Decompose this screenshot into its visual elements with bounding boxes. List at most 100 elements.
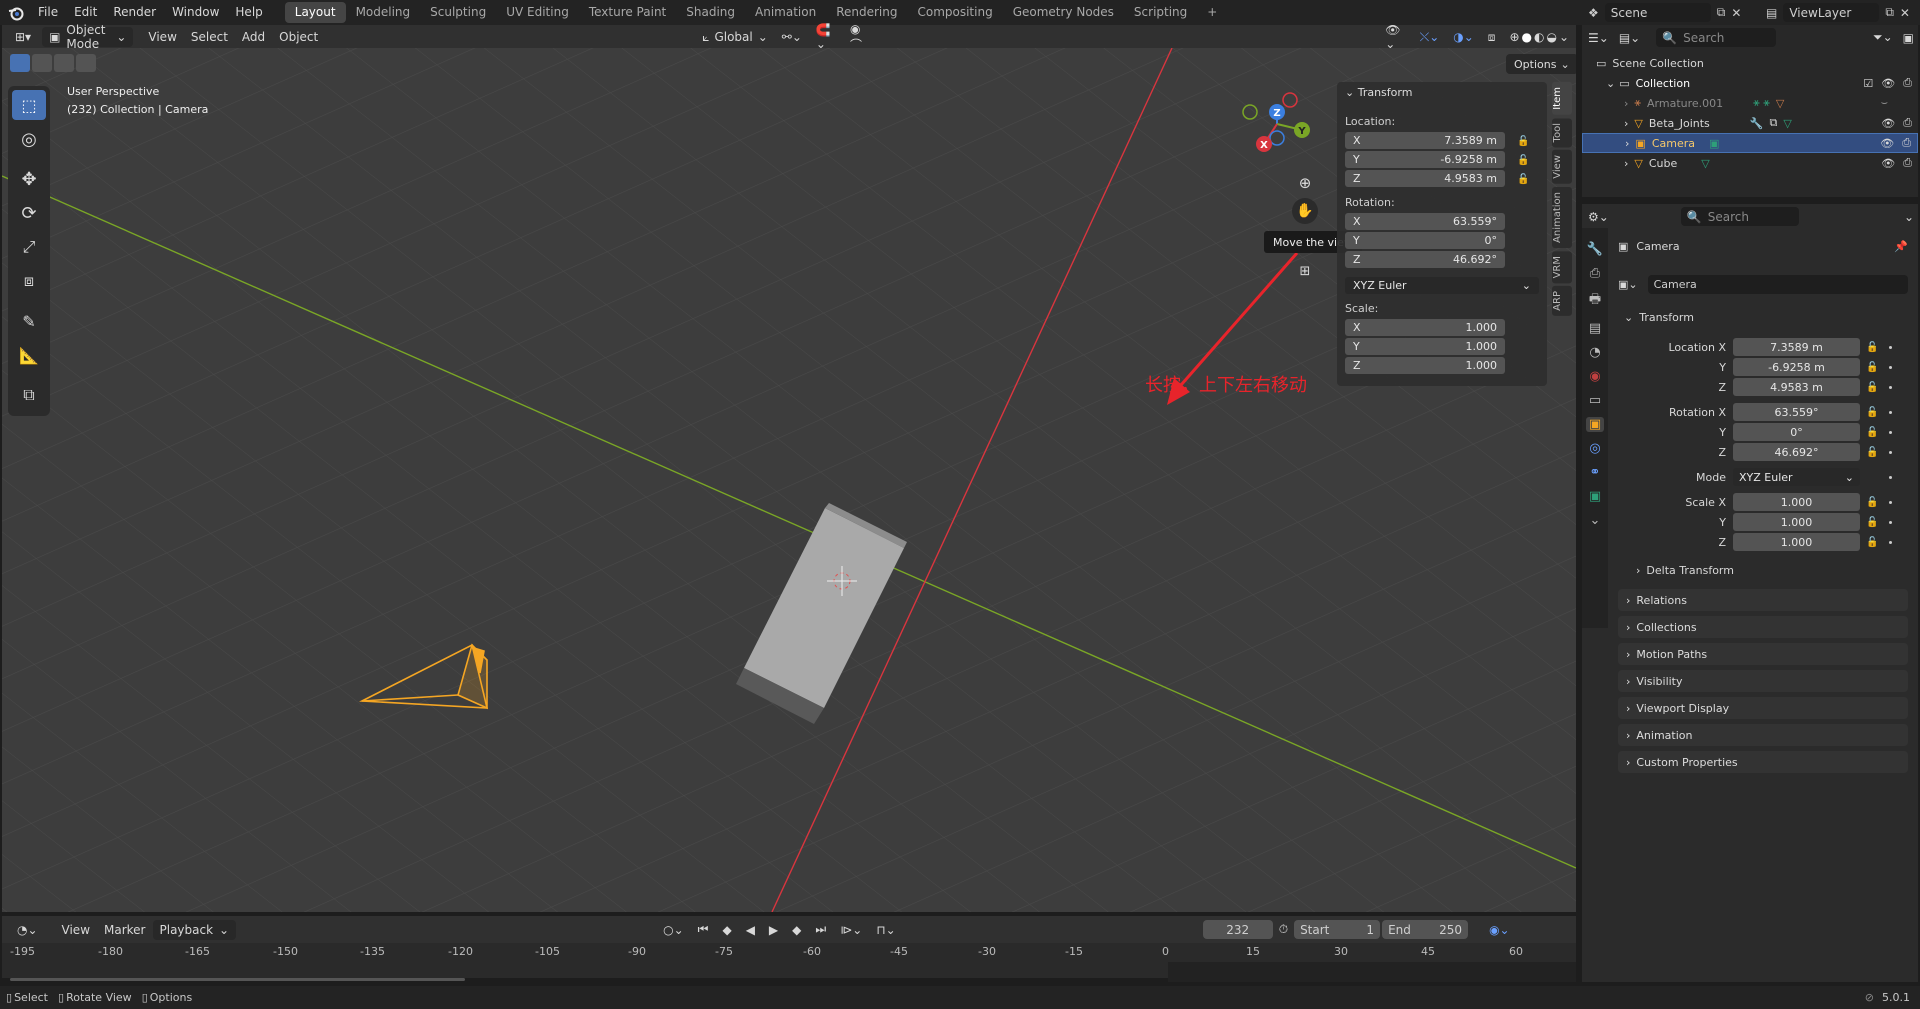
location-z-field[interactable]: Z 4.9583 m — [1345, 170, 1505, 187]
visibility-selector-button[interactable]: 👁⌄ — [1378, 23, 1412, 51]
add-workspace-button[interactable]: + — [1197, 2, 1227, 23]
lock-icon[interactable]: 🔓 — [1517, 170, 1531, 189]
chevron-down-icon[interactable]: ⌄ — [1559, 30, 1569, 44]
wireframe-shading-icon[interactable]: ⊕ — [1509, 30, 1519, 44]
pivot-point-button[interactable]: ⚯⌄ — [775, 27, 809, 47]
scale-tool[interactable]: ⤢ — [12, 232, 46, 262]
rendered-shading-icon[interactable]: ◒ — [1546, 30, 1556, 44]
render-tab-icon[interactable]: ⎙ — [1590, 266, 1600, 281]
collection-tab-icon[interactable]: ▭ — [1589, 393, 1601, 408]
lock-icon[interactable]: 🔓 — [1517, 132, 1531, 151]
view-layer-selector[interactable]: ▤ ViewLayer ⧉ ✕ — [1766, 3, 1918, 22]
outliner-search-input[interactable]: 🔍 Search — [1656, 28, 1777, 47]
display-mode-button[interactable]: ▤⌄ — [1619, 31, 1640, 45]
tab-view[interactable]: View — [1552, 150, 1572, 184]
annotate-tool[interactable]: ✎ — [12, 306, 46, 336]
section-collections[interactable]: › Collections — [1618, 616, 1908, 638]
select-subtract-icon[interactable] — [54, 54, 74, 72]
chevron-down-icon[interactable]: ⌄ — [1590, 513, 1601, 528]
prop-location-z[interactable]: 4.9583 m — [1733, 378, 1860, 396]
shading-buttons[interactable]: ⊕ ● ◐ ◒ ⌄ — [1502, 27, 1576, 47]
prop-rotation-x[interactable]: 63.559° — [1733, 403, 1860, 421]
world-tab-icon[interactable]: ◉ — [1589, 369, 1600, 384]
timeline-menu-playback[interactable]: Playback ⌄ — [152, 919, 237, 940]
tab-scripting[interactable]: Scripting — [1124, 2, 1197, 23]
prop-scale-x[interactable]: 1.000 — [1733, 493, 1860, 511]
jump-to-keyframe-forward-button[interactable]: ◆ — [785, 920, 808, 940]
output-tab-icon[interactable]: 🖶 — [1589, 290, 1601, 312]
outliner-item-camera[interactable]: › ▣ Camera ▣ 👁 ⎙ — [1582, 133, 1918, 153]
lock-icon[interactable]: 🔓 — [1517, 151, 1531, 170]
menu-window[interactable]: Window — [164, 0, 227, 25]
tab-item[interactable]: Item — [1552, 82, 1572, 115]
toggle-camera-view-icon[interactable]: ⊞ — [1292, 258, 1318, 284]
scene-name[interactable]: Scene — [1604, 3, 1711, 22]
rotation-mode-dropdown[interactable]: XYZ Euler ⌄ — [1345, 277, 1539, 294]
section-motion-paths[interactable]: › Motion Paths — [1618, 643, 1908, 665]
lock-icon[interactable]: 🔓 — [1866, 493, 1878, 513]
camera-render-icon[interactable]: ⎙ — [1902, 136, 1911, 150]
auto-keying-button[interactable]: ○⌄ — [656, 920, 691, 940]
transform-tool[interactable]: ⧈ — [12, 266, 46, 296]
pin-icon[interactable]: 📌 — [1894, 240, 1908, 253]
tab-layout[interactable]: Layout — [284, 2, 346, 23]
eye-icon[interactable]: 👁 — [1881, 157, 1895, 170]
scale-y-field[interactable]: Y 1.000 — [1345, 338, 1505, 355]
solid-shading-icon[interactable]: ● — [1522, 30, 1532, 44]
tab-vrm[interactable]: VRM — [1552, 250, 1572, 284]
timeline-scrollbar[interactable] — [10, 978, 465, 981]
eye-icon[interactable]: 👁 — [1881, 77, 1895, 90]
camera-render-icon[interactable]: ⎙ — [1903, 116, 1912, 130]
scene-selector[interactable]: ❖ Scene ⧉ ✕ — [1588, 3, 1754, 22]
physics-tab-icon[interactable]: ◎ — [1589, 441, 1600, 456]
delete-view-layer-icon[interactable]: ✕ — [1900, 6, 1910, 20]
new-view-layer-icon[interactable]: ⧉ — [1885, 5, 1894, 20]
tab-modeling[interactable]: Modeling — [346, 2, 421, 23]
outliner-item-cube[interactable]: › ▽ Cube ▽ 👁 ⎙ — [1582, 153, 1918, 173]
options-dropdown[interactable]: Options ⌄ — [1506, 54, 1576, 74]
jump-to-end-button[interactable]: ⏭ — [808, 920, 833, 940]
material-shading-icon[interactable]: ◐ — [1534, 30, 1544, 44]
timeline-menu-marker[interactable]: Marker — [97, 920, 152, 940]
view-layer-name[interactable]: ViewLayer — [1783, 3, 1880, 22]
delta-transform-subpanel[interactable]: › Delta Transform — [1636, 564, 1734, 577]
tab-shading[interactable]: Shading — [676, 2, 745, 23]
lock-icon[interactable]: 🔓 — [1866, 423, 1878, 443]
object-tab-icon[interactable]: ▣ — [1585, 417, 1605, 432]
prop-scale-z[interactable]: 1.000 — [1733, 533, 1860, 551]
snap-toggle-button[interactable]: 🧲⌄ — [809, 23, 843, 51]
lock-icon[interactable]: 🔓 — [1866, 338, 1878, 358]
camera-data-tab-icon[interactable]: ▣ — [1589, 489, 1601, 504]
section-custom-properties[interactable]: › Custom Properties — [1618, 751, 1908, 773]
menu-help[interactable]: Help — [227, 0, 270, 25]
rotation-z-field[interactable]: Z 46.692° — [1345, 251, 1505, 268]
tab-tool[interactable]: Tool — [1552, 117, 1572, 148]
viewport-menu-select[interactable]: Select — [184, 27, 235, 47]
gizmo-toggle-button[interactable]: ⤬⌄ — [1413, 27, 1447, 47]
cursor-tool[interactable]: ◎ — [12, 124, 46, 154]
outliner-editor-type-button[interactable]: ☰⌄ — [1588, 31, 1609, 45]
menu-file[interactable]: File — [30, 0, 66, 25]
prop-location-y[interactable]: -6.9258 m — [1733, 358, 1860, 376]
proportional-editing-button[interactable]: ◉ ⌒ — [843, 22, 878, 52]
navigation-gizmo[interactable]: Z Y X — [1232, 90, 1314, 170]
tab-uv-editing[interactable]: UV Editing — [496, 2, 579, 23]
select-invert-icon[interactable] — [76, 54, 96, 72]
prop-scale-y[interactable]: 1.000 — [1733, 513, 1860, 531]
viewport-menu-object[interactable]: Object — [272, 27, 325, 47]
scale-x-field[interactable]: X 1.000 — [1345, 319, 1505, 336]
outliner-item-armature[interactable]: › ⚹ Armature.001 ⚹ ⚹ ▽ ⌣ — [1582, 93, 1918, 113]
measure-tool[interactable]: 📐 — [12, 340, 46, 370]
section-animation[interactable]: › Animation — [1618, 724, 1908, 746]
eye-icon[interactable]: 👁 — [1881, 117, 1895, 130]
outliner-item-beta-joints[interactable]: › ▽ Beta_Joints 🔧 ⧉ ▽ 👁 ⎙ — [1582, 113, 1918, 133]
move-tool[interactable]: ✥ — [12, 164, 46, 194]
transform-panel-header[interactable]: ⌄ Transform — [1345, 86, 1412, 99]
eye-icon[interactable]: 👁 — [1880, 137, 1894, 150]
exclude-checkbox[interactable]: ☑ — [1863, 77, 1873, 90]
prop-rotation-mode[interactable]: XYZ Euler ⌄ — [1733, 468, 1860, 486]
constraints-tab-icon[interactable]: ⚭ — [1590, 465, 1601, 480]
prop-rotation-z[interactable]: 46.692° — [1733, 443, 1860, 461]
prop-rotation-y[interactable]: 0° — [1733, 423, 1860, 441]
section-relations[interactable]: › Relations — [1618, 589, 1908, 611]
